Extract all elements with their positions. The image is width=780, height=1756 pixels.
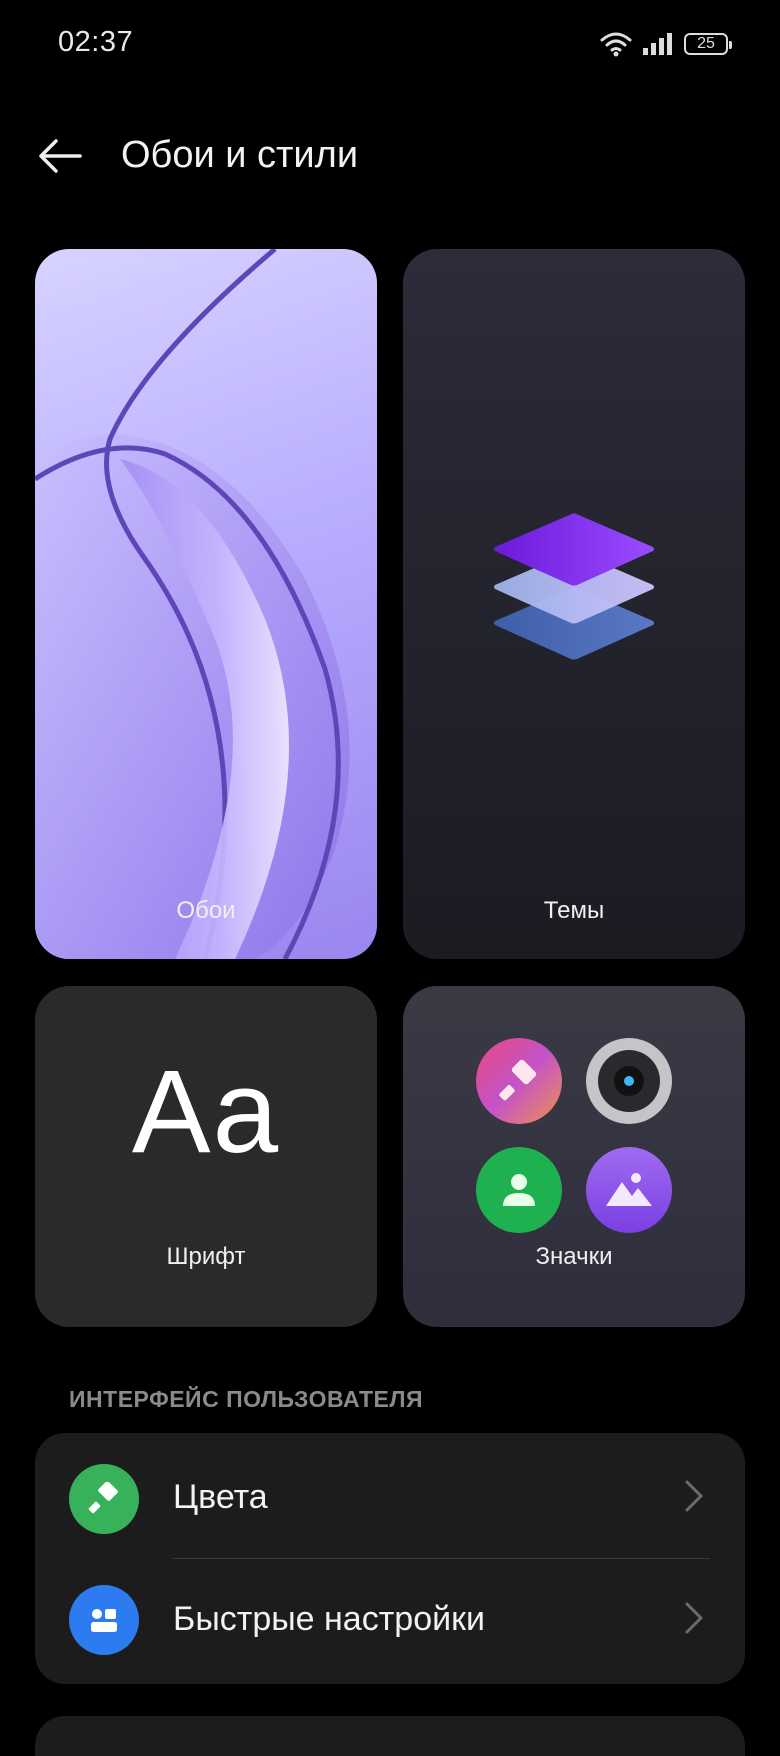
- list-item-label: Быстрые настройки: [173, 1600, 485, 1638]
- font-label: Шрифт: [166, 1243, 246, 1270]
- chevron-right-icon: [685, 1480, 703, 1512]
- battery-icon: 25: [684, 33, 732, 55]
- list-item-colors[interactable]: Цвета: [35, 1433, 745, 1559]
- wifi-icon: [600, 32, 632, 57]
- font-sample: Aa: [131, 1046, 281, 1178]
- contacts-app-icon: [476, 1147, 562, 1233]
- paintbrush-app-icon: [476, 1038, 562, 1124]
- settings-list: Цвета Быстрые настройки: [35, 1433, 745, 1684]
- list-item-quick-settings[interactable]: Быстрые настройки: [35, 1559, 745, 1681]
- list-item-label: Цвета: [173, 1478, 268, 1516]
- quick-settings-icon: [69, 1585, 139, 1655]
- back-arrow-icon[interactable]: [38, 138, 82, 174]
- status-icons: 25: [600, 30, 732, 58]
- gallery-app-icon: [586, 1147, 672, 1233]
- next-settings-card: [35, 1716, 745, 1756]
- font-card[interactable]: Aa Шрифт: [35, 986, 377, 1327]
- wallpaper-label: Обои: [176, 897, 236, 924]
- battery-level: 25: [697, 35, 715, 52]
- wallpaper-card[interactable]: Обои: [35, 249, 377, 959]
- icons-label: Значки: [535, 1243, 613, 1270]
- page-title: Обои и стили: [121, 134, 359, 176]
- themes-card[interactable]: Темы: [403, 249, 745, 959]
- chevron-right-icon: [685, 1602, 703, 1634]
- camera-app-icon: [586, 1038, 672, 1124]
- signal-icon: [643, 33, 672, 55]
- section-title: ИНТЕРФЕЙС ПОЛЬЗОВАТЕЛЯ: [69, 1386, 424, 1412]
- icons-card[interactable]: Значки: [403, 986, 745, 1327]
- status-time: 02:37: [58, 26, 134, 58]
- paintbrush-icon: [69, 1464, 139, 1534]
- wallpaper-preview-image: [35, 249, 350, 959]
- themes-label: Темы: [543, 897, 605, 924]
- layers-icon: [494, 513, 654, 660]
